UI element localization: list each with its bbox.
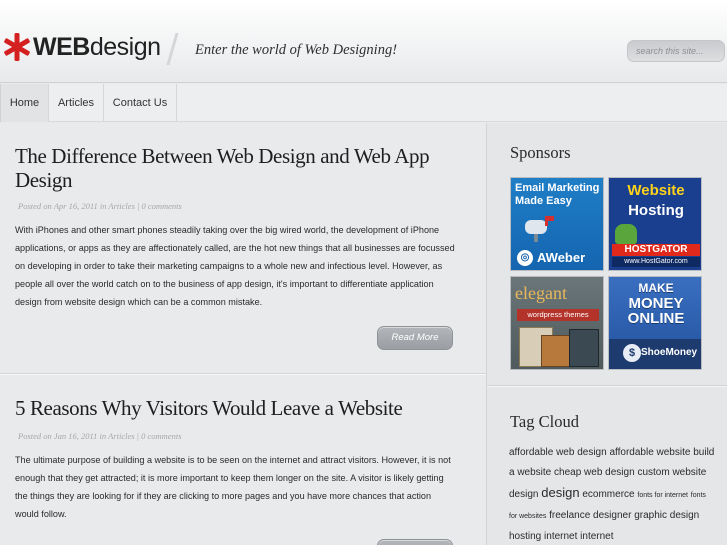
theme-preview-thumbnail bbox=[569, 329, 599, 367]
post-meta: Posted on Apr 16, 2011 in Articles | 0 c… bbox=[18, 201, 182, 211]
tag-link[interactable]: cheap web design bbox=[554, 467, 635, 478]
tag-link[interactable]: internet bbox=[544, 531, 577, 542]
sidebar-divider bbox=[487, 385, 727, 387]
post-excerpt: The ultimate purpose of building a websi… bbox=[15, 455, 451, 519]
ad-brand: HOSTGATOR bbox=[612, 244, 700, 256]
search-box[interactable] bbox=[627, 40, 725, 62]
ad-headline: elegant bbox=[515, 283, 567, 303]
post-title[interactable]: The Difference Between Web Design and We… bbox=[15, 144, 430, 192]
site-header: WEBdesign Enter the world of Web Designi… bbox=[0, 0, 727, 83]
tag-link[interactable]: ecommerce bbox=[582, 489, 634, 500]
tag-cloud-heading: Tag Cloud bbox=[510, 412, 579, 431]
tag-link[interactable]: affordable website bbox=[609, 447, 690, 458]
asterisk-logo-icon bbox=[2, 32, 32, 62]
tag-link[interactable]: affordable web design bbox=[509, 447, 607, 458]
tag-link[interactable]: freelance designer bbox=[549, 510, 631, 521]
main-nav: Home Articles Contact Us bbox=[0, 84, 727, 122]
ad-aweber[interactable]: Email Marketing Made Easy ◎ AWeber bbox=[510, 177, 604, 271]
ad-headline: Website bbox=[627, 182, 685, 199]
ad-headline: Email Marketing Made Easy bbox=[515, 182, 600, 207]
post-meta: Posted on Jan 16, 2011 in Articles | 0 c… bbox=[18, 431, 182, 441]
nav-item-home[interactable]: Home bbox=[0, 84, 49, 122]
sponsors-heading: Sponsors bbox=[510, 143, 571, 162]
read-more-button[interactable]: Read More bbox=[377, 326, 453, 350]
ad-brand: ShoeMoney bbox=[641, 347, 698, 358]
gator-mascot-icon bbox=[615, 224, 637, 244]
site-tagline: Enter the world of Web Designing! bbox=[195, 42, 398, 58]
read-more-button[interactable] bbox=[377, 539, 453, 545]
ad-elegant-themes[interactable]: elegant wordpress themes bbox=[510, 276, 604, 370]
ad-shoemoney[interactable]: MAKE MONEY ONLINE $ ShoeMoney bbox=[608, 276, 702, 370]
ad-subline: wordpress themes bbox=[517, 309, 599, 321]
search-input[interactable] bbox=[628, 41, 724, 61]
ad-headline: MAKE MONEY ONLINE bbox=[627, 281, 685, 327]
tag-cloud: affordable web design affordable website… bbox=[509, 443, 715, 545]
post-excerpt: With iPhones and other smart phones stea… bbox=[15, 225, 455, 307]
logo-text: WEBdesign bbox=[33, 32, 161, 61]
post: 5 Reasons Why Visitors Would Leave a Web… bbox=[0, 375, 486, 545]
ad-subline: Hosting bbox=[628, 202, 684, 219]
ad-brand: AWeber bbox=[537, 250, 586, 265]
nav-item-articles[interactable]: Articles bbox=[49, 84, 104, 122]
post: The Difference Between Web Design and We… bbox=[0, 123, 486, 373]
site-logo[interactable]: WEBdesign bbox=[2, 30, 161, 64]
tag-link[interactable]: hosting bbox=[509, 531, 541, 542]
nav-item-contact-us[interactable]: Contact Us bbox=[104, 84, 177, 122]
sidebar: Sponsors Email Marketing Made Easy ◎ AWe… bbox=[486, 123, 727, 545]
aweber-logo-icon: ◎ bbox=[517, 250, 533, 266]
tag-link[interactable]: fonts for internet bbox=[637, 492, 688, 499]
tag-link[interactable]: design bbox=[541, 485, 579, 500]
ad-url: www.HostGator.com bbox=[612, 257, 700, 267]
shoemoney-logo-icon: $ bbox=[623, 344, 641, 362]
tag-link[interactable]: graphic design bbox=[634, 510, 699, 521]
post-title[interactable]: 5 Reasons Why Visitors Would Leave a Web… bbox=[15, 396, 403, 420]
mailbox-icon bbox=[523, 212, 557, 242]
ad-hostgator[interactable]: Website Hosting HOSTGATOR www.HostGator.… bbox=[608, 177, 702, 271]
header-divider bbox=[166, 33, 179, 65]
tag-link[interactable]: internet bbox=[580, 531, 613, 542]
main-content: The Difference Between Web Design and We… bbox=[0, 123, 486, 545]
